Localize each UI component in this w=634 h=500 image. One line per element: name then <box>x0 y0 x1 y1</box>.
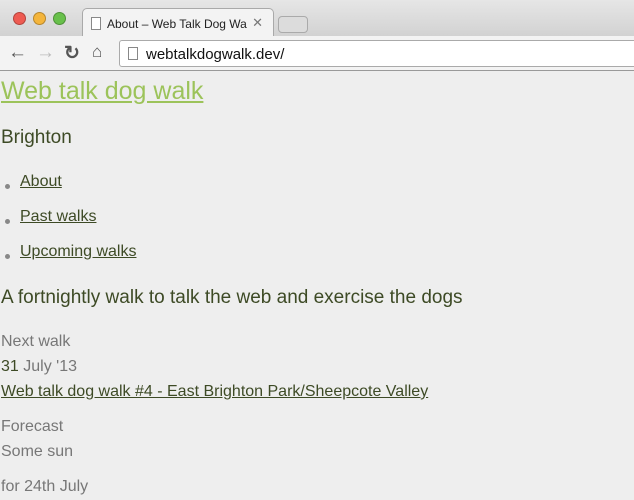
next-walk-label: Next walk <box>1 333 71 350</box>
tab-close-icon[interactable]: ✕ <box>252 15 263 31</box>
nav-about[interactable]: About <box>20 173 62 191</box>
bullet <box>5 219 10 224</box>
tab-title: About – Web Talk Dog Walk <box>107 17 247 31</box>
next-walk-link[interactable]: Web talk dog walk #4 - East Brighton Par… <box>1 383 428 401</box>
page-icon <box>128 47 138 60</box>
page-icon <box>91 17 101 30</box>
location-heading: Brighton <box>1 127 72 148</box>
reload-icon[interactable]: ↻ <box>64 42 80 65</box>
next-walk-month-year: July '13 <box>18 358 77 375</box>
tab-strip: About – Web Talk Dog Walk ✕ <box>0 0 634 37</box>
browser-tab[interactable]: About – Web Talk Dog Walk ✕ <box>82 8 274 37</box>
address-bar[interactable]: webtalkdogwalk.dev/ <box>119 40 634 67</box>
nav-upcoming-walks[interactable]: Upcoming walks <box>20 243 136 261</box>
new-tab-button[interactable] <box>278 16 308 33</box>
close-window-button[interactable] <box>13 12 26 25</box>
forecast-label: Forecast <box>1 418 64 435</box>
bullet <box>5 184 10 189</box>
forecast-date: for 24th July <box>1 478 89 495</box>
nav-past-walks[interactable]: Past walks <box>20 208 96 226</box>
next-walk-day: 31 <box>1 358 19 375</box>
tagline: A fortnightly walk to talk the web and e… <box>1 287 463 308</box>
next-walk-date: 31 July '13 <box>1 358 77 376</box>
browser-toolbar: ← → ↻ ⌂ webtalkdogwalk.dev/ <box>0 36 634 71</box>
maximize-window-button[interactable] <box>53 12 66 25</box>
forward-icon[interactable]: → <box>36 42 55 64</box>
site-title-link[interactable]: Web talk dog walk <box>1 77 203 106</box>
minimize-window-button[interactable] <box>33 12 46 25</box>
url-text[interactable]: webtalkdogwalk.dev/ <box>146 46 284 63</box>
forecast-summary: Some sun <box>1 443 74 460</box>
home-icon[interactable]: ⌂ <box>92 42 102 62</box>
back-icon[interactable]: ← <box>8 42 27 64</box>
bullet <box>5 254 10 259</box>
